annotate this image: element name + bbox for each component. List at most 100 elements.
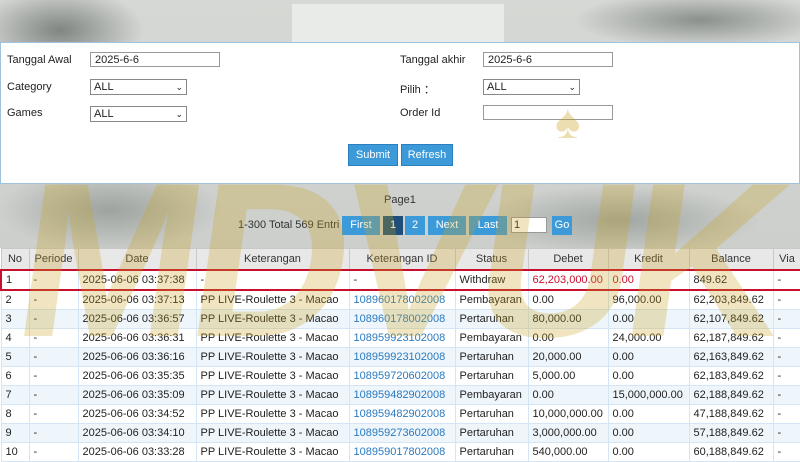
table-cell: 2025-06-06 03:34:52 <box>77 404 197 424</box>
submit-button[interactable]: Submit <box>348 144 398 166</box>
table-cell[interactable]: 108959923102008 <box>348 328 456 348</box>
column-header: No <box>0 248 30 271</box>
filter-panel: Tanggal Awal 2025-6-6 Tanggal akhir 2025… <box>0 42 800 184</box>
table-cell: - <box>772 385 800 405</box>
table-cell: - <box>28 289 79 310</box>
table-cell[interactable]: 108959273602008 <box>348 423 456 443</box>
table-cell[interactable]: 108959482902008 <box>348 404 456 424</box>
table-cell: 62,163,849.62 <box>688 347 774 367</box>
games-select[interactable]: ALL ⌄ <box>90 106 187 122</box>
table-cell: 62,107,849.62 <box>688 309 774 329</box>
table-cell: - <box>772 347 800 367</box>
table-row[interactable]: 2-2025-06-06 03:37:13 PP LIVE-Roulette 3 … <box>0 289 800 310</box>
order-id-input[interactable] <box>483 105 613 120</box>
table-cell: - <box>772 269 800 291</box>
table-cell: - <box>772 328 800 348</box>
table-cell: 0.00 <box>527 385 609 405</box>
table-cell: PP LIVE-Roulette 3 - Macao <box>195 423 350 443</box>
table-row[interactable]: 8 - 2025-06-06 03:34:52 PP LIVE-Roulette 3 … <box>0 404 800 424</box>
table-cell: Pertaruhan <box>454 404 529 424</box>
table-row[interactable]: 4-2025-06-06 03:36:31 PP LIVE-Roulette 3 … <box>0 328 800 348</box>
column-header: Periode <box>28 248 79 271</box>
table-row[interactable]: 10-2025-06-06 03:33:28 PP LIVE-Roulette 3… <box>0 442 800 462</box>
column-header: Via <box>772 248 800 271</box>
table-cell: Pembayaran <box>454 328 529 348</box>
table-cell: PP LIVE-Roulette 3 - Macao <box>195 328 350 348</box>
table-cell: 5 <box>0 347 30 367</box>
table-cell: 2025-06-06 03:35:35 <box>77 366 197 386</box>
category-select[interactable]: ALL ⌄ <box>90 79 187 95</box>
table-cell: 57,188,849.62 <box>688 423 774 443</box>
table-cell: Pertaruhan <box>454 366 529 386</box>
refresh-button[interactable]: Refresh <box>401 144 453 166</box>
tanggal-akhir-input[interactable]: 2025-6-6 <box>483 52 613 67</box>
first-page-button[interactable]: First <box>342 216 380 235</box>
table-cell: 62,203,000.00 <box>527 269 609 291</box>
table-cell: 1 <box>0 269 30 291</box>
table-cell: 10 <box>0 442 30 462</box>
category-select-value: ALL <box>94 81 114 93</box>
table-cell: Pertaruhan <box>454 309 529 329</box>
games-label: Games <box>7 107 43 119</box>
table-cell: - <box>28 328 79 348</box>
pilih-select[interactable]: ALL ⌄ <box>483 79 580 95</box>
table-cell: 2025-06-06 03:37:13 <box>77 289 197 310</box>
table-cell: 0.00 <box>527 328 609 348</box>
table-cell: 10,000,000.00 <box>527 404 609 424</box>
table-cell: Pembayaran <box>454 289 529 310</box>
table-cell: 8 <box>0 404 30 424</box>
table-cell: 5,000.00 <box>527 366 609 386</box>
table-cell[interactable]: 108959482902008 <box>348 385 456 405</box>
table-cell: 20,000.00 <box>527 347 609 367</box>
table-cell: - <box>28 442 79 462</box>
pagination: Page1 1-300 Total 569 Entri First 1 2 Ne… <box>0 190 800 240</box>
table-row[interactable]: 7-2025-06-06 03:35:09 PP LIVE-Roulette 3 … <box>0 385 800 405</box>
tanggal-akhir-label: Tanggal akhir <box>400 54 466 66</box>
table-cell[interactable]: 108959720602008 <box>348 366 456 386</box>
spade-icon: ♠ <box>555 96 581 149</box>
next-page-button[interactable]: Next <box>428 216 466 235</box>
go-button[interactable]: Go <box>552 216 572 235</box>
table-cell: 2025-06-06 03:36:31 <box>77 328 197 348</box>
table-cell: 2025-06-06 03:33:28 <box>77 442 197 462</box>
table-cell[interactable]: 108960178002008 <box>348 309 456 329</box>
table-cell: Pembayaran <box>454 385 529 405</box>
last-page-button[interactable]: Last <box>469 216 507 235</box>
table-cell: - <box>772 366 800 386</box>
table-cell: 15,000,000.00 <box>607 385 690 405</box>
table-cell[interactable]: 108959923102008 <box>348 347 456 367</box>
table-cell[interactable]: 108959017802008 <box>348 442 456 462</box>
table-cell: 80,000.00 <box>527 309 609 329</box>
table-cell: - <box>28 309 79 329</box>
tanggal-awal-input[interactable]: 2025-6-6 <box>90 52 220 67</box>
table-cell: - <box>772 309 800 329</box>
column-header: Debet <box>527 248 609 271</box>
table-cell: 96,000.00 <box>607 289 690 310</box>
chevron-down-icon: ⌄ <box>568 82 576 92</box>
table-cell: PP LIVE-Roulette 3 - Macao <box>195 347 350 367</box>
page-2-button[interactable]: 2 <box>405 216 425 235</box>
table-cell: 6 <box>0 366 30 386</box>
column-header: Kredit <box>607 248 690 271</box>
table-cell: 4 <box>0 328 30 348</box>
top-banner <box>292 4 504 44</box>
table-cell[interactable]: 108960178002008 <box>348 289 456 310</box>
column-header: Keterangan ID <box>348 248 456 271</box>
table-cell: 2025-06-06 03:36:57 <box>77 309 197 329</box>
page-1-button[interactable]: 1 <box>383 216 403 235</box>
table-row[interactable]: 3-2025-06-06 03:36:57 PP LIVE-Roulette 3 … <box>0 309 800 329</box>
table-row[interactable]: 9-2025-06-06 03:34:10 PP LIVE-Roulette 3 … <box>0 423 800 443</box>
column-header: Status <box>454 248 529 271</box>
page-title: Page1 <box>384 194 416 206</box>
column-header: Balance <box>688 248 774 271</box>
page-number-input[interactable]: 1 <box>511 217 547 233</box>
table-row[interactable]: 5-2025-06-06 03:36:16 PP LIVE-Roulette 3 … <box>0 347 800 367</box>
table-row[interactable]: 1-2025-06-06 03:37:38- - Withdraw 62,203,00… <box>0 269 800 291</box>
table-cell: Pertaruhan <box>454 442 529 462</box>
table-cell: Pertaruhan <box>454 347 529 367</box>
table-row[interactable]: 6-2025-06-06 03:35:35 PP LIVE-Roulette 3 … <box>0 366 800 386</box>
chevron-down-icon: ⌄ <box>175 109 183 119</box>
table-cell: - <box>772 404 800 424</box>
table-cell: PP LIVE-Roulette 3 - Macao <box>195 404 350 424</box>
table-cell: 0.00 <box>607 423 690 443</box>
